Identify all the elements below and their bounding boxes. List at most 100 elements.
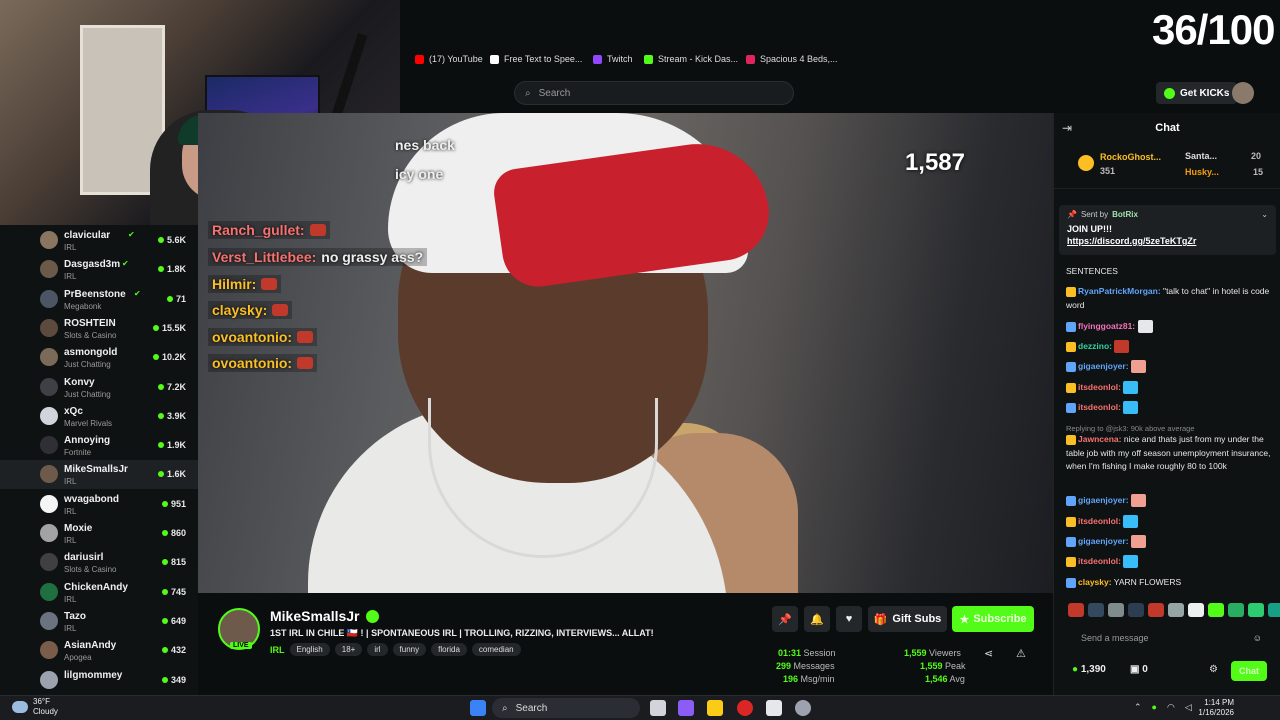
- settings-gear-icon[interactable]: ⚙: [1209, 664, 1218, 675]
- chat-username[interactable]: Jawncena:: [1078, 434, 1121, 444]
- emote[interactable]: [1248, 603, 1264, 617]
- report-icon[interactable]: ⚠: [1016, 647, 1026, 660]
- sidebar-channel[interactable]: Annoying Fortnite 1.9K: [0, 431, 198, 460]
- emote[interactable]: [1068, 603, 1084, 617]
- chat-username[interactable]: claysky:: [1078, 577, 1112, 587]
- sidebar-channel[interactable]: ROSHTEIN Slots & Casino 15.5K: [0, 314, 198, 343]
- chat-input[interactable]: Send a message ☺: [1068, 627, 1268, 649]
- share-icon[interactable]: ⋖: [984, 647, 993, 660]
- emote: [297, 331, 314, 343]
- notifications-button[interactable]: 🔔: [804, 606, 830, 632]
- copilot-icon[interactable]: [678, 700, 694, 716]
- chat-username[interactable]: itsdeonlol:: [1078, 402, 1121, 412]
- tag[interactable]: comedian: [471, 643, 521, 656]
- clock[interactable]: 1:14 PM 1/16/2026: [1198, 698, 1234, 718]
- sidebar-channel[interactable]: MikeSmallsJr IRL 1.6K: [0, 460, 198, 490]
- chat-username[interactable]: gigaenjoyer:: [1078, 361, 1129, 371]
- verified-icon: ✔: [134, 288, 141, 298]
- get-kicks-button[interactable]: Get KICKs: [1156, 82, 1238, 104]
- store-icon[interactable]: [766, 700, 782, 716]
- pin-icon: 📌: [1067, 210, 1077, 219]
- stat-avg: 1,546 Avg: [925, 674, 965, 684]
- bookmark-youtube[interactable]: (17) YouTube: [415, 54, 483, 64]
- chat-username[interactable]: itsdeonlol:: [1078, 516, 1121, 526]
- gift-subs-button[interactable]: 🎁 Gift Subs: [868, 606, 947, 632]
- emoji-icon[interactable]: ☺: [1253, 633, 1262, 643]
- chat-username[interactable]: itsdeonlol:: [1078, 382, 1121, 392]
- bookmark-kick-dashboard[interactable]: Stream - Kick Das...: [644, 54, 738, 64]
- sidebar-channel[interactable]: Moxie IRL 860: [0, 519, 198, 548]
- gift-count[interactable]: ▣ 0: [1130, 664, 1148, 675]
- taskbar-search[interactable]: ⌕ Search: [492, 698, 640, 718]
- emote[interactable]: [1108, 603, 1124, 617]
- volume-icon[interactable]: ◁: [1185, 702, 1192, 713]
- tag[interactable]: English: [289, 643, 330, 656]
- goal-counter: 36/100: [1152, 6, 1275, 53]
- emote[interactable]: [1268, 603, 1280, 617]
- emote[interactable]: [1188, 603, 1204, 617]
- video-player[interactable]: nes back icy one 1,587 Ranch_gullet: Vers…: [198, 113, 1053, 593]
- verified-icon: ✔: [122, 259, 129, 269]
- emote[interactable]: [1128, 603, 1144, 617]
- emote[interactable]: [1168, 603, 1184, 617]
- windows-start-icon[interactable]: [470, 700, 486, 716]
- chat-username[interactable]: flyinggoatz81:: [1078, 321, 1135, 331]
- channel-points[interactable]: ● 1,390: [1072, 664, 1106, 675]
- sidebar-channel[interactable]: wvagabond IRL 951: [0, 490, 198, 519]
- chat-send-button[interactable]: Chat: [1231, 661, 1267, 681]
- file-explorer-icon[interactable]: [707, 700, 723, 716]
- follow-button[interactable]: ♥: [836, 606, 862, 632]
- chat-username[interactable]: dezzino:: [1078, 341, 1112, 351]
- chat-username[interactable]: RyanPatrickMorgan:: [1078, 286, 1161, 296]
- chevron-up-icon[interactable]: ⌃: [1134, 702, 1142, 713]
- sidebar-channel[interactable]: Tazo IRL 649: [0, 607, 198, 636]
- pin-button[interactable]: 📌: [772, 606, 798, 632]
- live-dot-icon: [157, 412, 164, 419]
- overlay-chat-message: ovoantonio:: [208, 354, 318, 372]
- emote: [1130, 535, 1146, 549]
- sidebar-channel[interactable]: dariusirl Slots & Casino 815: [0, 548, 198, 577]
- sidebar-channel[interactable]: ChickenAndy IRL 745: [0, 578, 198, 607]
- points-icon: ●: [1072, 664, 1079, 675]
- user-avatar[interactable]: [1232, 82, 1254, 104]
- tag[interactable]: funny: [392, 643, 427, 656]
- bookmark-spacious-beds[interactable]: Spacious 4 Beds,...: [746, 54, 838, 64]
- tag[interactable]: florida: [431, 643, 467, 656]
- sidebar-channel[interactable]: clavicular ✔ IRL 5.6K: [0, 226, 198, 255]
- stat-msg-min: 196 Msg/min: [783, 674, 835, 684]
- emote[interactable]: [1208, 603, 1224, 617]
- chat-username[interactable]: gigaenjoyer:: [1078, 536, 1129, 546]
- sidebar-channel[interactable]: Konvy Just Chatting 7.2K: [0, 373, 198, 402]
- sidebar-channel[interactable]: Dasgasd3m ✔ IRL 1.8K: [0, 255, 198, 284]
- badge-icon: [1066, 286, 1076, 297]
- bookmark-twitch[interactable]: Twitch: [593, 54, 633, 64]
- chat-username[interactable]: gigaenjoyer:: [1078, 495, 1129, 505]
- channel-name[interactable]: MikeSmallsJr: [270, 608, 379, 624]
- category-link[interactable]: IRL: [270, 645, 285, 655]
- tag[interactable]: 18+: [334, 643, 363, 656]
- sidebar-channel[interactable]: xQc Marvel Rivals 3.9K: [0, 402, 198, 431]
- tag[interactable]: irl: [367, 643, 388, 656]
- sidebar-channel[interactable]: asmongold Just Chatting 10.2K: [0, 343, 198, 372]
- opera-icon[interactable]: [737, 700, 753, 716]
- bookmark-text-to-speech[interactable]: Free Text to Spee...: [490, 54, 582, 64]
- microphone-icon[interactable]: ●: [1152, 702, 1157, 713]
- badge-icon: [1066, 382, 1076, 393]
- sidebar-channel[interactable]: AsianAndy Apogea 432: [0, 636, 198, 665]
- chat-username[interactable]: itsdeonlol:: [1078, 556, 1121, 566]
- chat-message: claysky: YARN FLOWERS: [1066, 576, 1271, 590]
- weather-widget[interactable]: 36°F Cloudy: [12, 697, 58, 717]
- emote[interactable]: [1148, 603, 1164, 617]
- sidebar-channel[interactable]: PrBeenstone ✔ Megabonk 71: [0, 285, 198, 314]
- wifi-icon[interactable]: ◠: [1167, 702, 1175, 713]
- chat-message: itsdeonlol:: [1066, 401, 1271, 415]
- search-input[interactable]: ⌕ Search: [514, 81, 794, 105]
- emote[interactable]: [1228, 603, 1244, 617]
- emote[interactable]: [1088, 603, 1104, 617]
- chevron-down-icon[interactable]: ⌄: [1261, 210, 1268, 219]
- sidebar-channel[interactable]: lilgmommey 349: [0, 666, 198, 695]
- subscribe-button[interactable]: ★ Subscribe: [952, 606, 1034, 632]
- task-view-icon[interactable]: [650, 700, 666, 716]
- app-icon[interactable]: [795, 700, 811, 716]
- discord-link[interactable]: https://discord.gg/5zeTeKTgZr: [1067, 236, 1268, 246]
